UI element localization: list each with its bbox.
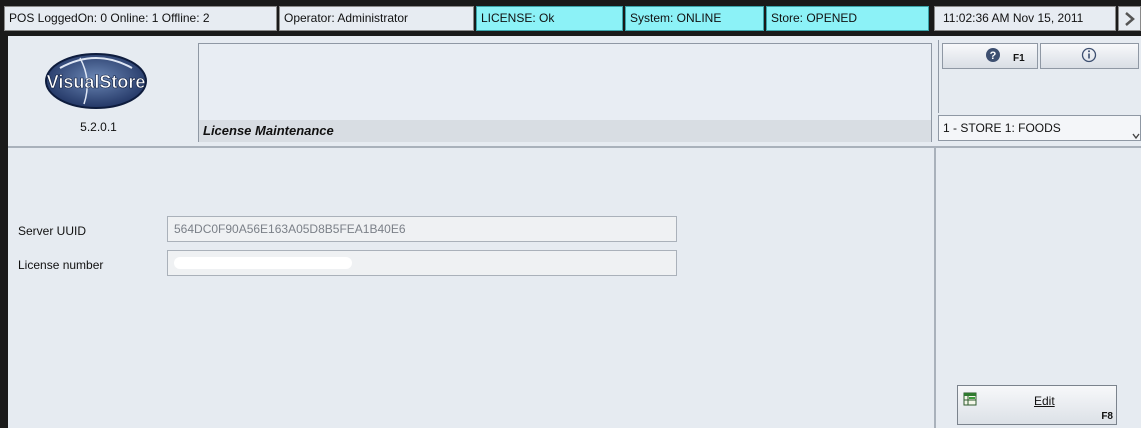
screen-title: License Maintenance — [198, 120, 932, 142]
logo-text: VisualStore — [47, 72, 146, 92]
operator-status: Operator: Administrator — [279, 6, 474, 31]
store-status: Store: OPENED — [766, 6, 929, 31]
server-uuid-label: Server UUID — [18, 224, 87, 238]
help-hotkey: F1 — [1013, 53, 1025, 64]
pos-status: POS LoggedOn: 0 Online: 1 Offline: 2 — [4, 6, 277, 31]
app-version: 5.2.0.1 — [80, 120, 117, 134]
info-icon — [1081, 47, 1097, 66]
chevron-down-icon — [1132, 124, 1140, 148]
sidebar-divider — [934, 146, 936, 428]
system-status: System: ONLINE — [625, 6, 764, 31]
message-panel — [198, 43, 932, 121]
license-number-label: License number — [18, 258, 104, 272]
svg-text:?: ? — [990, 50, 997, 62]
function-toolbar: ? F1 — [938, 40, 1141, 113]
redacted-license-mask — [174, 257, 352, 269]
license-status: LICENSE: Ok — [476, 6, 623, 31]
window-frame-left — [0, 36, 8, 428]
server-uuid-field[interactable]: 564DC0F90A56E163A05D8B5FEA1B40E6 — [167, 216, 677, 242]
edit-hotkey: F8 — [1101, 411, 1113, 422]
status-bar: POS LoggedOn: 0 Online: 1 Offline: 2 Ope… — [0, 0, 1141, 36]
close-chevron-icon[interactable] — [1118, 6, 1141, 31]
info-button[interactable] — [1040, 43, 1139, 69]
app-logo: VisualStore — [40, 50, 153, 112]
license-number-field[interactable] — [167, 250, 677, 276]
edit-record-icon — [963, 392, 977, 409]
edit-button-label: Edit — [1034, 394, 1055, 408]
store-select[interactable]: 1 - STORE 1: FOODS — [938, 115, 1141, 141]
datetime-display: 11:02:36 AM Nov 15, 2011 — [934, 6, 1116, 31]
help-icon: ? — [985, 47, 1001, 66]
edit-button[interactable]: Edit F8 — [957, 385, 1117, 425]
help-button[interactable]: ? F1 — [942, 43, 1038, 69]
header-divider — [8, 146, 1141, 148]
store-select-value: 1 - STORE 1: FOODS — [943, 121, 1061, 135]
